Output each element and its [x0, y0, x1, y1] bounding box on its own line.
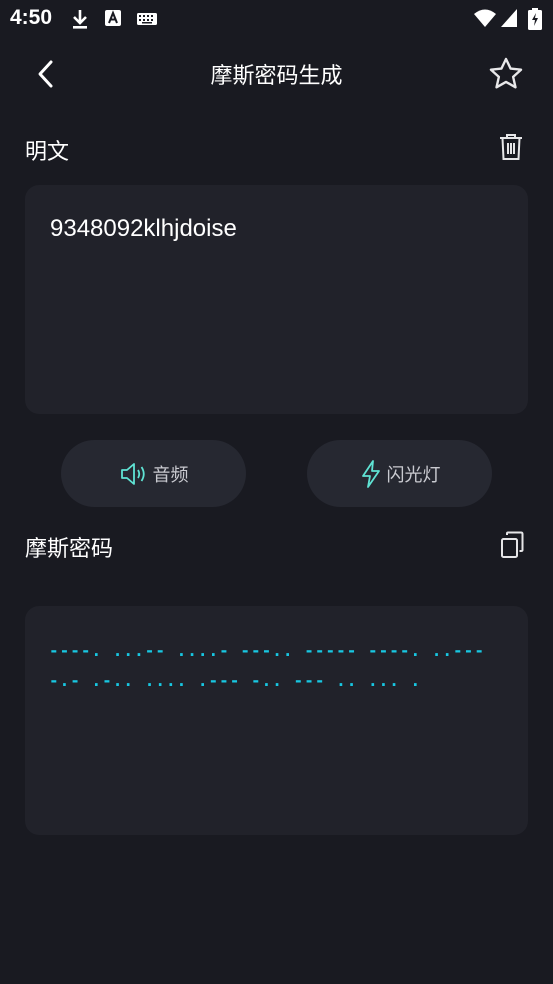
speaker-icon [120, 462, 145, 485]
plaintext-panel: 9348092klhjdoise [25, 185, 528, 414]
flashlight-button[interactable]: 闪光灯 [307, 440, 492, 507]
copy-button[interactable] [496, 529, 528, 561]
font-a-icon [104, 8, 122, 32]
status-time: 4:50 [10, 6, 53, 29]
audio-button-label: 音频 [152, 464, 189, 486]
page-title: 摩斯密码生成 [210, 64, 343, 89]
download-icon [70, 8, 90, 34]
morse-panel: ----. ...-- ....- ---.. ----- ----. ..--… [25, 606, 528, 835]
status-bar: 4:50 [0, 0, 553, 38]
clear-button[interactable] [494, 130, 528, 164]
battery-charging-icon [528, 8, 542, 34]
flashlight-button-label: 闪光灯 [386, 464, 441, 486]
plaintext-input[interactable]: 9348092klhjdoise [50, 215, 237, 243]
trash-icon [500, 134, 522, 160]
wifi-icon [473, 8, 497, 32]
morse-label: 摩斯密码 [25, 537, 114, 562]
copy-icon [501, 531, 524, 558]
signal-icon [500, 8, 518, 32]
plaintext-label: 明文 [25, 140, 70, 165]
keyboard-icon [136, 8, 158, 32]
audio-button[interactable]: 音频 [61, 440, 246, 507]
lightning-icon [361, 459, 380, 488]
morse-output: ----. ...-- ....- ---.. ----- ----. ..--… [49, 641, 485, 690]
star-outline-icon [489, 57, 523, 89]
favorite-button[interactable] [484, 52, 528, 96]
app-bar: 摩斯密码生成 [0, 40, 553, 108]
